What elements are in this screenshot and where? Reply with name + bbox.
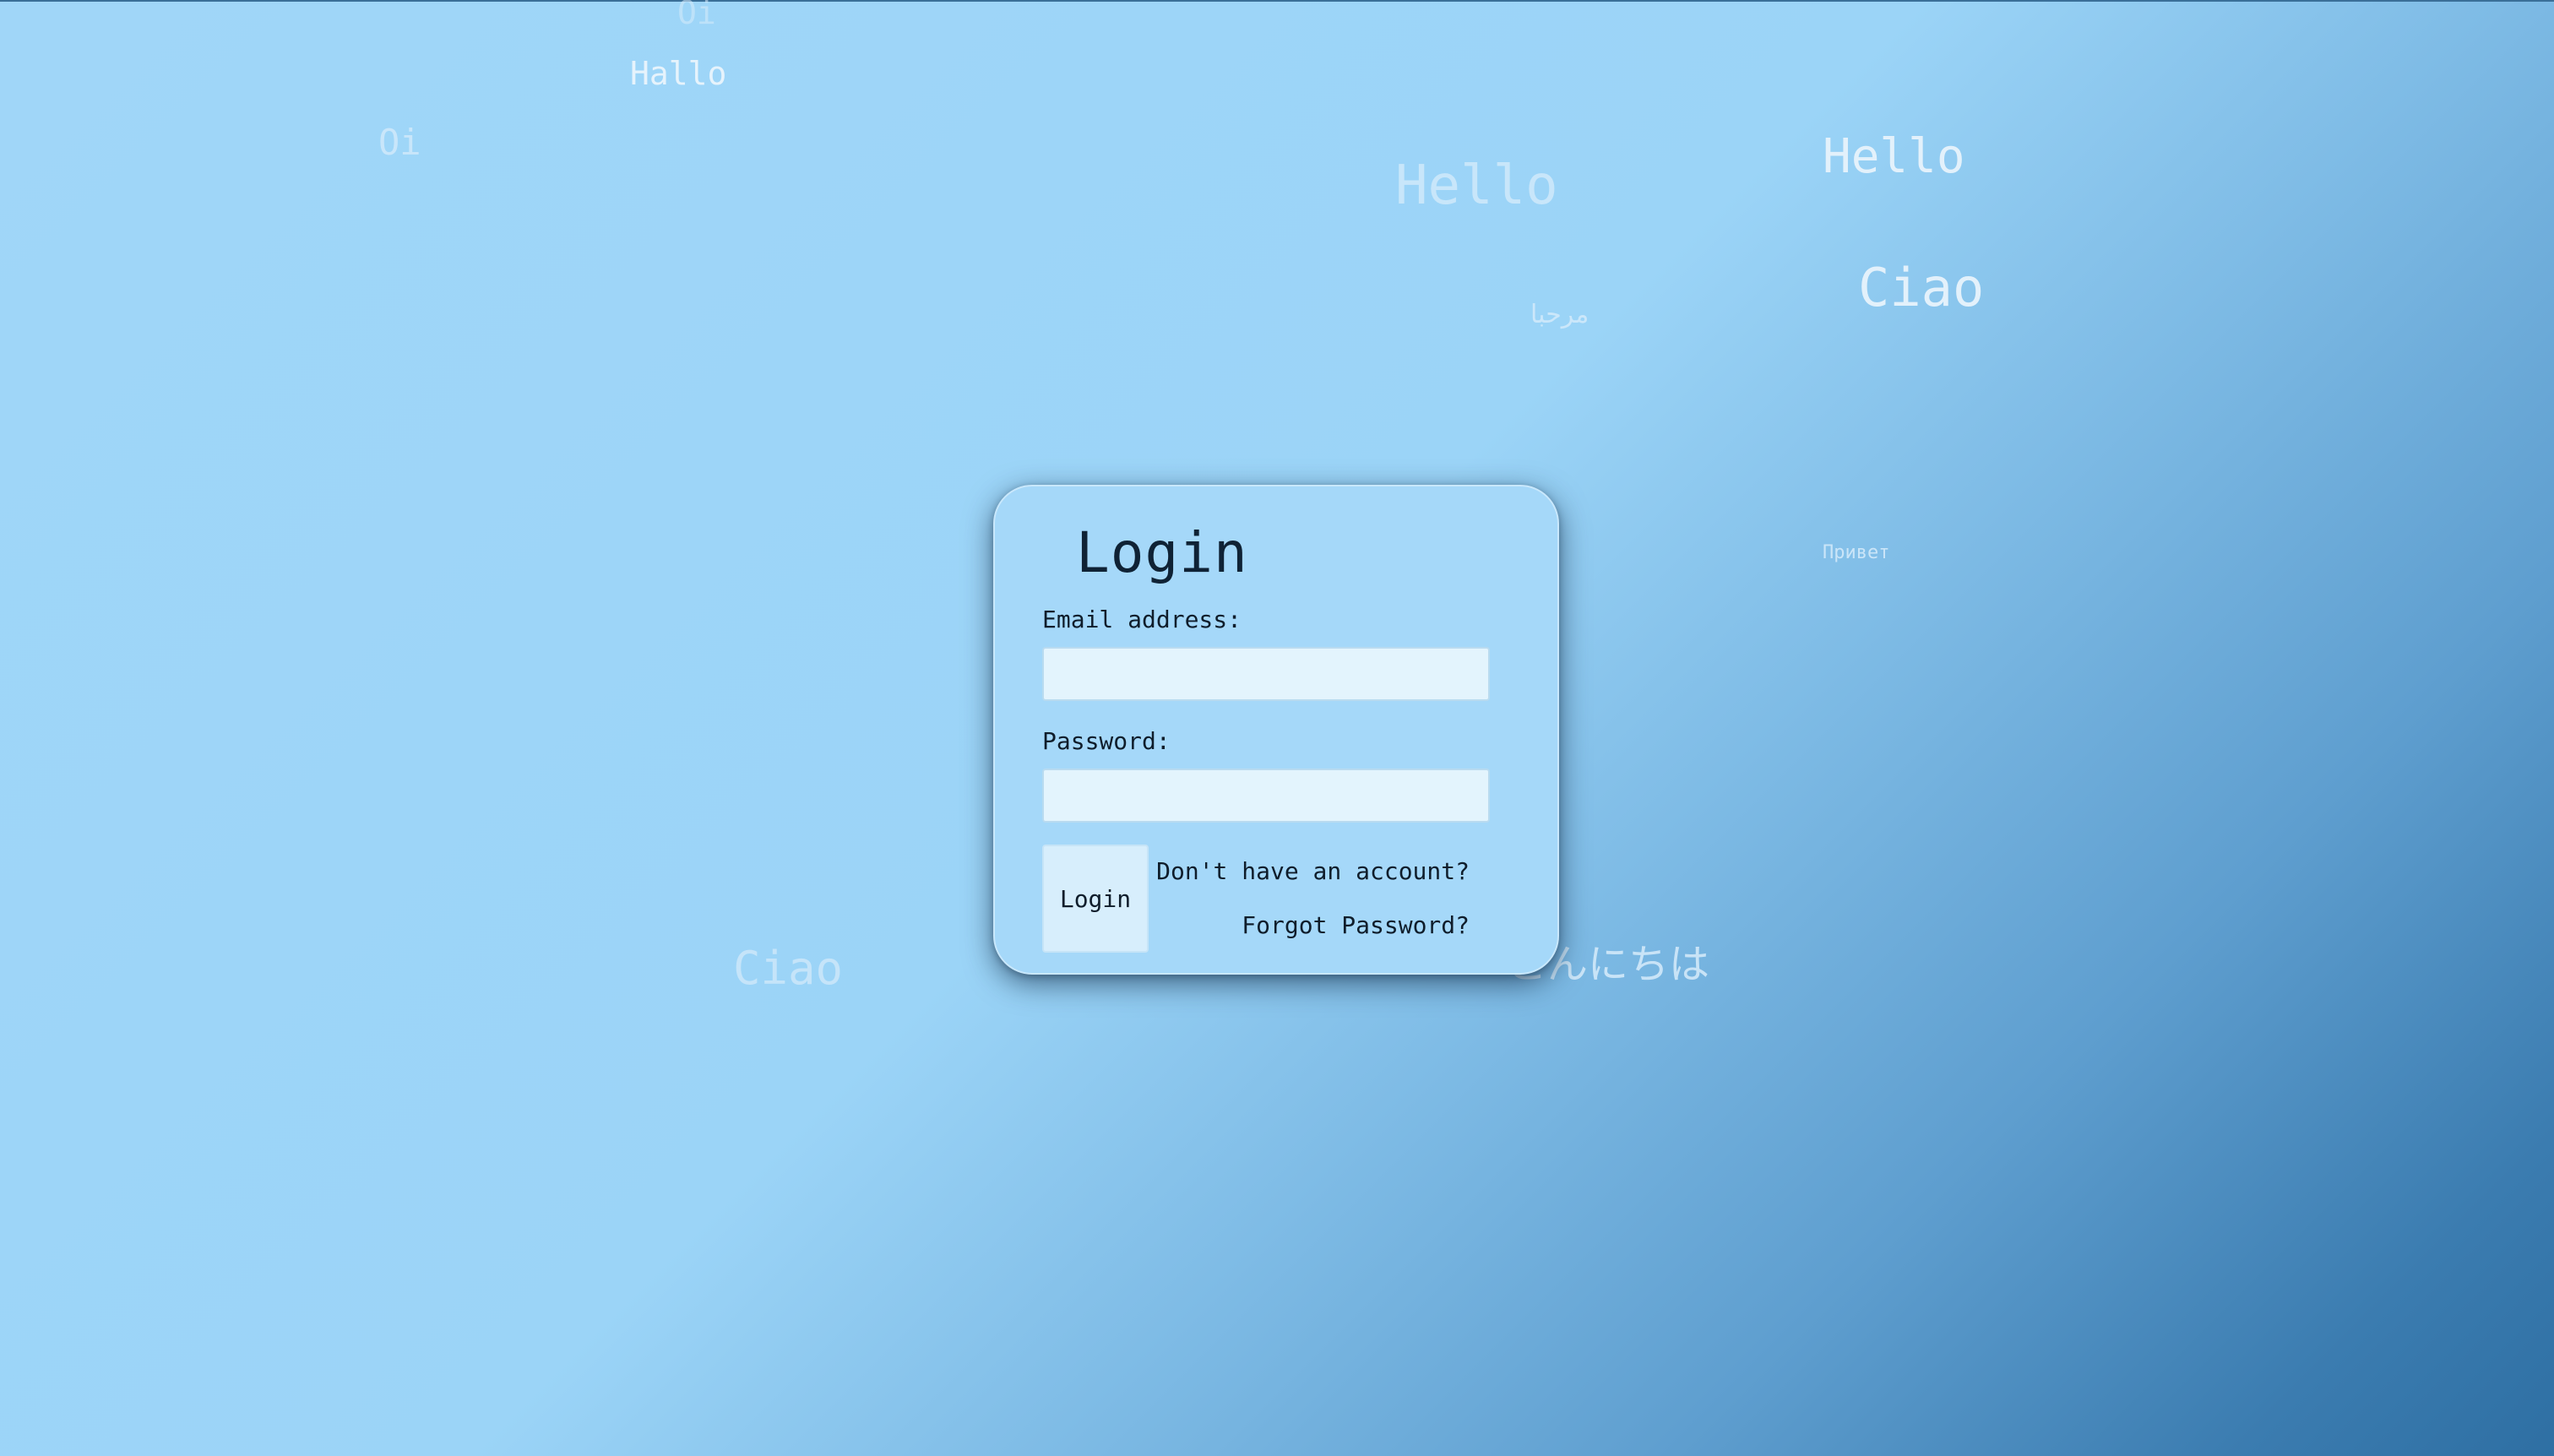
greeting-ciao-right: Ciao xyxy=(1858,257,1985,318)
greeting-oi: Oi xyxy=(378,122,421,163)
email-label: Email address: xyxy=(1042,606,1242,633)
login-button[interactable]: Login xyxy=(1042,845,1149,953)
greeting-hallo: Hallo xyxy=(630,55,727,92)
greeting-marhaba: مرحبا xyxy=(1530,300,1589,329)
signup-link[interactable]: Don't have an account? xyxy=(1156,860,1470,883)
email-field[interactable] xyxy=(1042,647,1490,701)
greeting-ciao-left: Ciao xyxy=(733,942,844,995)
greeting-hello-center: Hello xyxy=(1395,155,1558,217)
password-field[interactable] xyxy=(1042,769,1490,823)
login-card: Login Email address: Password: Login Don… xyxy=(993,485,1559,975)
greeting-oi-top: Oi xyxy=(677,0,716,31)
greeting-hello-right: Hello xyxy=(1823,129,1965,184)
login-title: Login xyxy=(1076,520,1248,585)
password-label: Password: xyxy=(1042,727,1171,755)
greeting-privet: Привет xyxy=(1823,542,1890,563)
forgot-password-link[interactable]: Forgot Password? xyxy=(1242,914,1470,937)
